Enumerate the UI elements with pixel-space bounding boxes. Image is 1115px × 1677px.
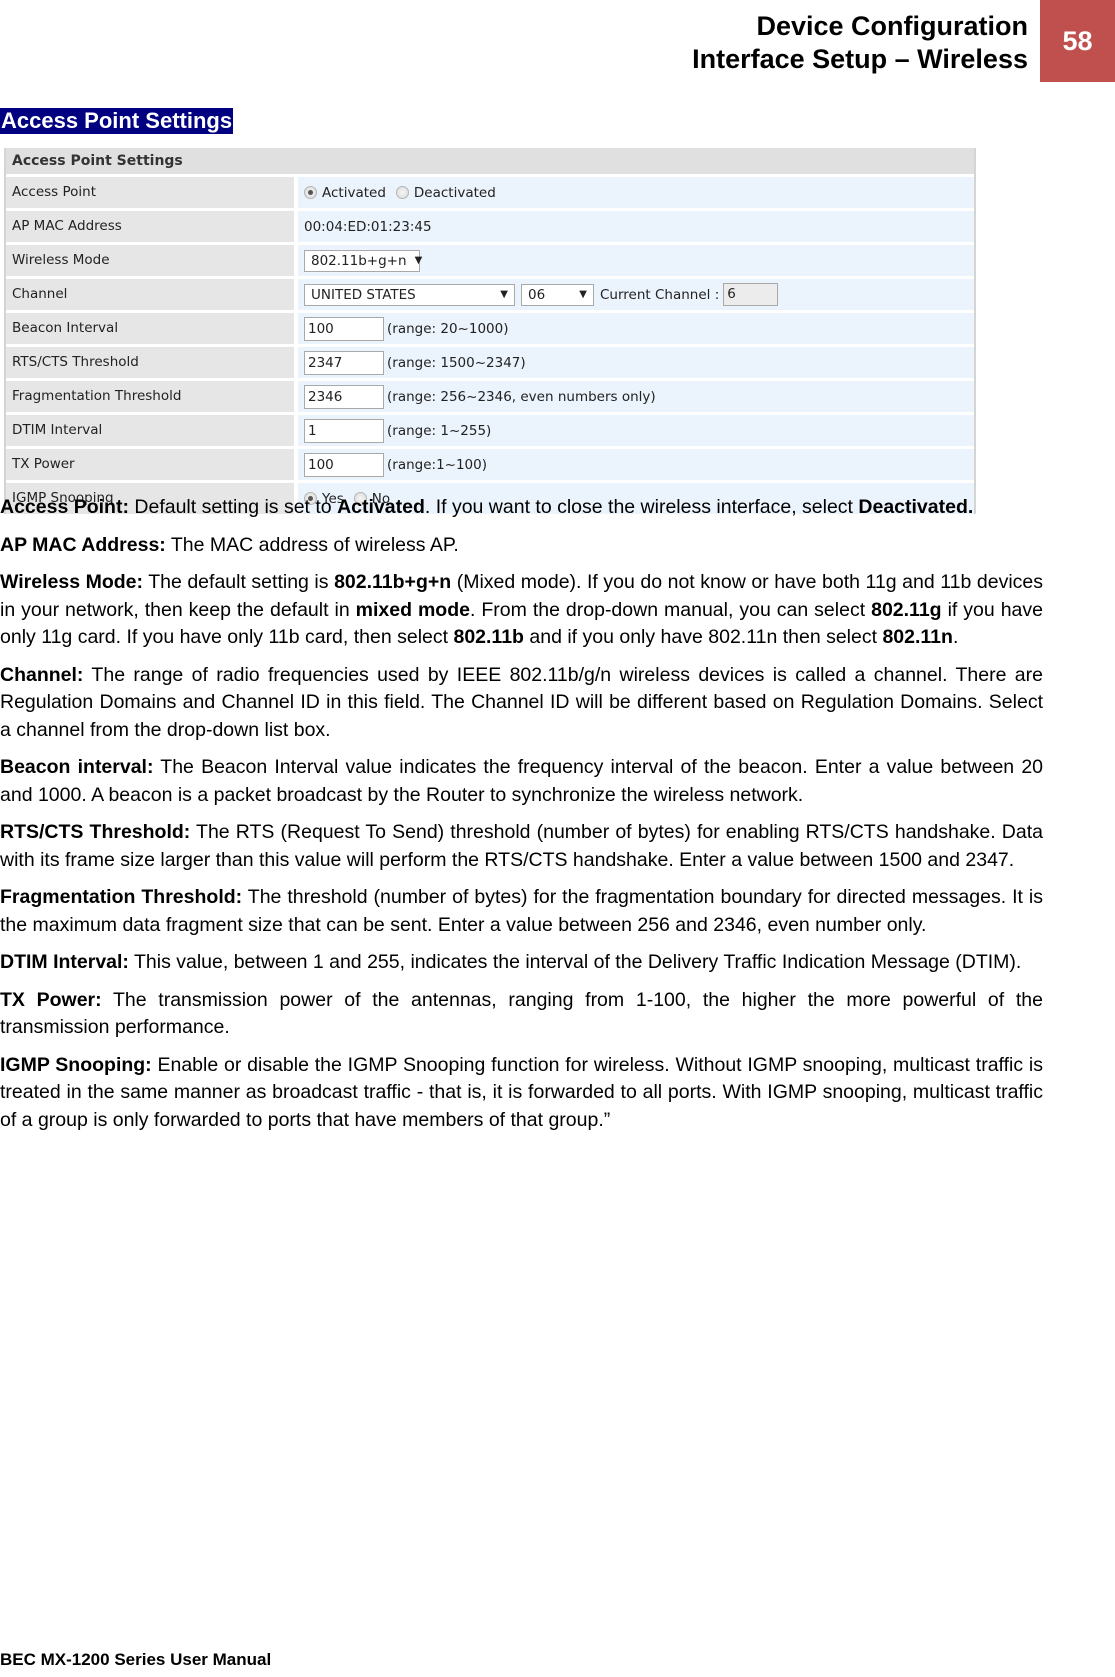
rts-cts-hint: (range: 1500~2347) bbox=[387, 354, 526, 371]
desc-tx-power: TX Power: The transmission power of the … bbox=[0, 988, 1043, 1039]
rts-cts-label: RTS/CTS Threshold bbox=[6, 347, 294, 378]
beacon-interval-hint: (range: 20~1000) bbox=[387, 320, 509, 337]
desc-dtim: DTIM Interval: This value, between 1 and… bbox=[0, 951, 1022, 973]
activated-radio[interactable] bbox=[304, 186, 317, 199]
desc-channel: Channel: The range of radio frequencies … bbox=[0, 663, 1043, 741]
form-row-dtim: DTIM Interval 1 (range: 1~255) bbox=[6, 415, 974, 446]
form-row-fragmentation: Fragmentation Threshold 2346 (range: 256… bbox=[6, 381, 974, 412]
dtim-input[interactable]: 1 bbox=[304, 418, 384, 443]
current-channel-label: Current Channel : bbox=[600, 286, 720, 303]
channel-label: Channel bbox=[6, 279, 294, 310]
activated-radio-label[interactable]: Activated bbox=[322, 185, 386, 201]
tx-power-label: TX Power bbox=[6, 449, 294, 480]
rts-cts-input[interactable]: 2347 bbox=[304, 350, 384, 375]
page-header: Device Configuration Interface Setup – W… bbox=[692, 0, 1115, 82]
form-row-beacon-interval: Beacon Interval 100 (range: 20~1000) bbox=[6, 313, 974, 344]
access-point-options: Activated Deactivated bbox=[298, 177, 974, 208]
dropdown-arrow-icon: ▼ bbox=[579, 289, 587, 300]
access-point-label: Access Point bbox=[6, 177, 294, 208]
header-titles: Device Configuration Interface Setup – W… bbox=[692, 0, 1040, 82]
term: Wireless Mode: bbox=[0, 571, 143, 593]
regulation-domain-select[interactable]: UNITED STATES ▼ bbox=[304, 283, 515, 306]
desc-wireless-mode: Wireless Mode: The default setting is 80… bbox=[0, 571, 1044, 648]
form-row-wireless-mode: Wireless Mode 802.11b+g+n ▼ bbox=[6, 245, 974, 276]
ap-mac-value: 00:04:ED:01:23:45 bbox=[298, 211, 974, 242]
form-row-tx-power: TX Power 100 (range:1~100) bbox=[6, 449, 974, 480]
deactivated-radio[interactable] bbox=[395, 186, 409, 199]
term: RTS/CTS Threshold: bbox=[0, 821, 191, 843]
dropdown-arrow-icon: ▼ bbox=[500, 289, 508, 300]
wireless-mode-select[interactable]: 802.11b+g+n ▼ bbox=[304, 249, 423, 272]
footer-manual-title: BEC MX-1200 Series User Manual bbox=[0, 1650, 272, 1669]
desc-ap-mac: AP MAC Address: The MAC address of wirel… bbox=[0, 533, 459, 556]
term: Channel: bbox=[0, 663, 84, 686]
desc-access-point: Access Point: Default setting is set to … bbox=[0, 496, 974, 518]
term: AP MAC Address: bbox=[0, 533, 166, 556]
form-row-channel: Channel UNITED STATES ▼ 06 ▼ Current Cha… bbox=[6, 279, 974, 310]
beacon-interval-input[interactable]: 100 bbox=[304, 316, 384, 341]
term: Fragmentation Threshold: bbox=[0, 886, 243, 908]
desc-igmp: IGMP Snooping: Enable or disable the IGM… bbox=[0, 1053, 1043, 1131]
channel-id-select[interactable]: 06 ▼ bbox=[521, 283, 594, 306]
fragmentation-label: Fragmentation Threshold bbox=[6, 381, 294, 412]
channel-id-selected: 06 bbox=[528, 286, 546, 303]
form-row-ap-mac: AP MAC Address 00:04:ED:01:23:45 bbox=[6, 211, 974, 242]
tx-power-hint: (range:1~100) bbox=[387, 456, 488, 473]
term: Access Point: bbox=[0, 496, 129, 518]
ap-mac-label: AP MAC Address bbox=[6, 211, 294, 242]
desc-rts-cts: RTS/CTS Threshold: The RTS (Request To S… bbox=[0, 821, 1043, 871]
access-point-settings-form: Access Point Settings Access Point Activ… bbox=[4, 148, 976, 514]
current-channel-field: 6 bbox=[723, 283, 779, 306]
ap-mac-address: 00:04:ED:01:23:45 bbox=[304, 218, 432, 235]
wireless-mode-selected: 802.11b+g+n bbox=[311, 252, 407, 269]
form-row-rts-cts: RTS/CTS Threshold 2347 (range: 1500~2347… bbox=[6, 347, 974, 378]
tx-power-input[interactable]: 100 bbox=[304, 452, 384, 477]
dropdown-arrow-icon: ▼ bbox=[414, 255, 423, 266]
term: IGMP Snooping: bbox=[0, 1053, 152, 1076]
desc-fragmentation: Fragmentation Threshold: The threshold (… bbox=[0, 886, 1044, 936]
section-heading: Access Point Settings bbox=[0, 108, 234, 134]
term: TX Power: bbox=[0, 988, 102, 1011]
fragmentation-input[interactable]: 2346 bbox=[304, 384, 384, 409]
desc-beacon-interval: Beacon interval: The Beacon Interval val… bbox=[0, 756, 1044, 806]
regulation-domain-selected: UNITED STATES bbox=[311, 286, 416, 303]
term: Beacon interval: bbox=[0, 756, 154, 778]
section-title: Interface Setup – Wireless bbox=[692, 44, 1028, 74]
form-title: Access Point Settings bbox=[6, 148, 974, 174]
beacon-interval-label: Beacon Interval bbox=[6, 313, 294, 344]
descriptions: Access Point: Default setting is set to … bbox=[0, 494, 1043, 1144]
form-row-access-point: Access Point Activated Deactivated bbox=[6, 177, 974, 208]
dtim-label: DTIM Interval bbox=[6, 415, 294, 446]
dtim-hint: (range: 1~255) bbox=[387, 422, 492, 439]
fragmentation-hint: (range: 256~2346, even numbers only) bbox=[387, 388, 656, 405]
term: DTIM Interval: bbox=[0, 951, 129, 973]
deactivated-radio-label[interactable]: Deactivated bbox=[414, 185, 496, 201]
chapter-title: Device Configuration bbox=[756, 11, 1028, 41]
wireless-mode-label: Wireless Mode bbox=[6, 245, 294, 276]
page-number-badge: 58 bbox=[1040, 0, 1115, 82]
